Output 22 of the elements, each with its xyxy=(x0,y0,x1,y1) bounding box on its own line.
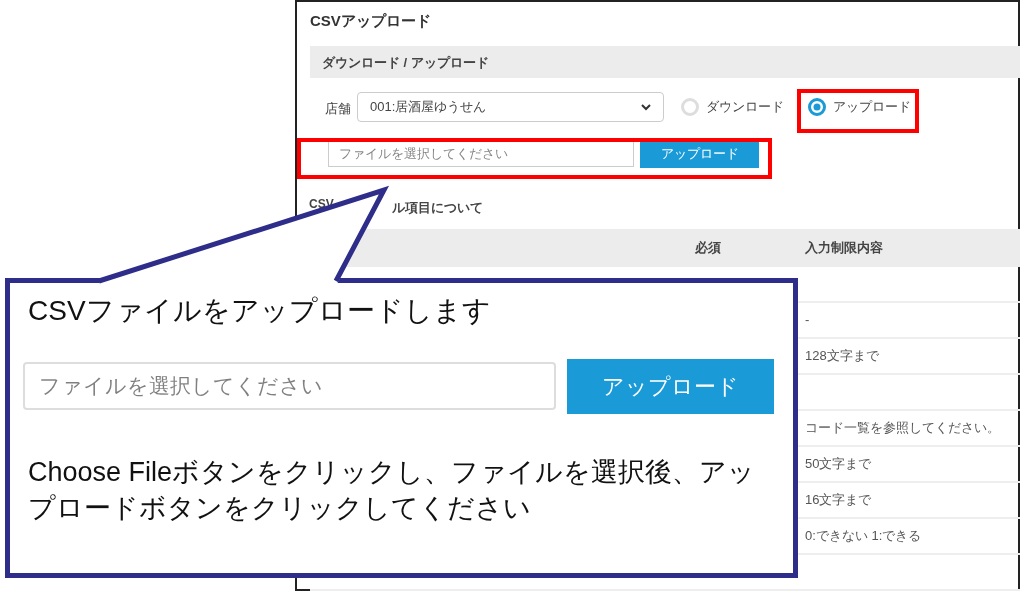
table-cell-text: - xyxy=(805,311,810,330)
instruction-text: Choose Fileボタンをクリックし、ファイルを選択後、アップロードボタンをクリックしてください xyxy=(28,456,757,525)
column-header: 必須 xyxy=(695,239,722,258)
store-select[interactable]: 001:居酒屋ゆうせん xyxy=(357,92,664,122)
radio-label: ダウンロード xyxy=(706,98,784,117)
callout-title: CSVファイルをアップロードします xyxy=(28,294,491,328)
radio-button[interactable] xyxy=(807,97,827,117)
table-cell-text: 16文字まで xyxy=(805,491,872,510)
table-cell-text: 0:できない 1:できる xyxy=(805,527,922,546)
section-title: ダウンロード / アップロード xyxy=(322,54,489,72)
chevron-down-icon xyxy=(641,103,651,111)
page-title: CSVアップロード xyxy=(310,11,431,31)
radio-label: アップロード xyxy=(833,98,911,117)
table-cell-text: コード一覧を参照してください。 xyxy=(805,419,1000,438)
file-input-field[interactable]: ファイルを選択してください xyxy=(23,362,556,410)
table-cell-text: 50文字まで xyxy=(805,455,872,474)
column-header: 入力制限内容 xyxy=(805,239,883,258)
file-input-field[interactable]: ファイルを選択してください xyxy=(328,140,634,167)
radio-option[interactable]: ダウンロード xyxy=(680,97,784,117)
table-cell-text: 128文字まで xyxy=(805,347,879,366)
store-label: 店舗 xyxy=(325,100,351,118)
heading-fragment: ル項目について xyxy=(392,199,483,217)
